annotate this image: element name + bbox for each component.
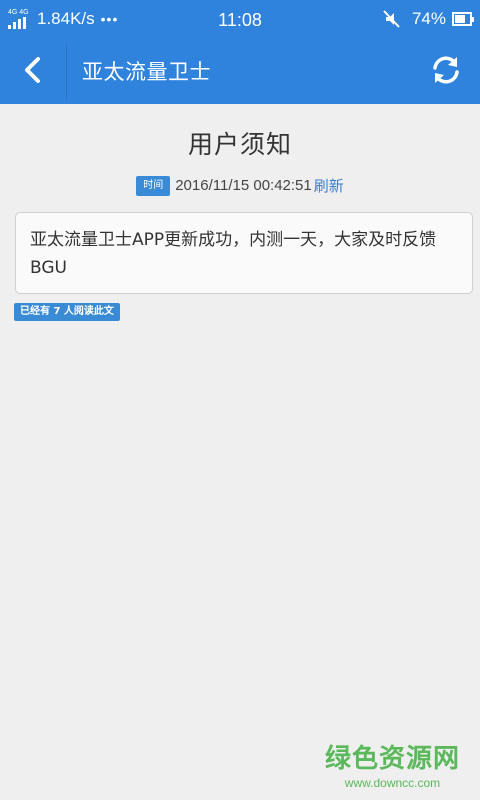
watermark: 绿色资源网 www.downcc.com: [325, 742, 460, 790]
battery-percent: 74%: [411, 9, 446, 28]
status-right: 74%: [382, 9, 474, 29]
notice-body: 亚太流量卫士APP更新成功，内测一天，大家及时反馈BGU: [15, 212, 473, 294]
page-title: 用户须知: [187, 130, 292, 159]
watermark-title: 绿色资源网: [324, 744, 460, 774]
battery-icon: [452, 12, 474, 26]
status-bar: 4G 4G 1.84K/s ••• 11:08 74%: [0, 0, 480, 40]
mute-icon: [382, 9, 402, 29]
app-bar: 亚太流量卫士: [0, 40, 480, 104]
refresh-button[interactable]: [426, 52, 466, 92]
watermark-url: www.downcc.com: [344, 776, 441, 790]
timestamp: 2016/11/15 00:42:51: [175, 177, 312, 194]
read-count-badge: 已经有 7 人阅读此文: [14, 303, 120, 321]
back-button[interactable]: [0, 40, 66, 104]
meta-row: 时间 2016/11/15 00:42:51 刷新: [0, 175, 480, 196]
refresh-link[interactable]: 刷新: [314, 175, 344, 196]
time-badge: 时间: [136, 175, 171, 196]
app-bar-divider: [66, 44, 67, 100]
chevron-left-icon: [22, 56, 44, 88]
app-title: 亚太流量卫士: [82, 60, 211, 84]
refresh-icon: [429, 53, 463, 91]
